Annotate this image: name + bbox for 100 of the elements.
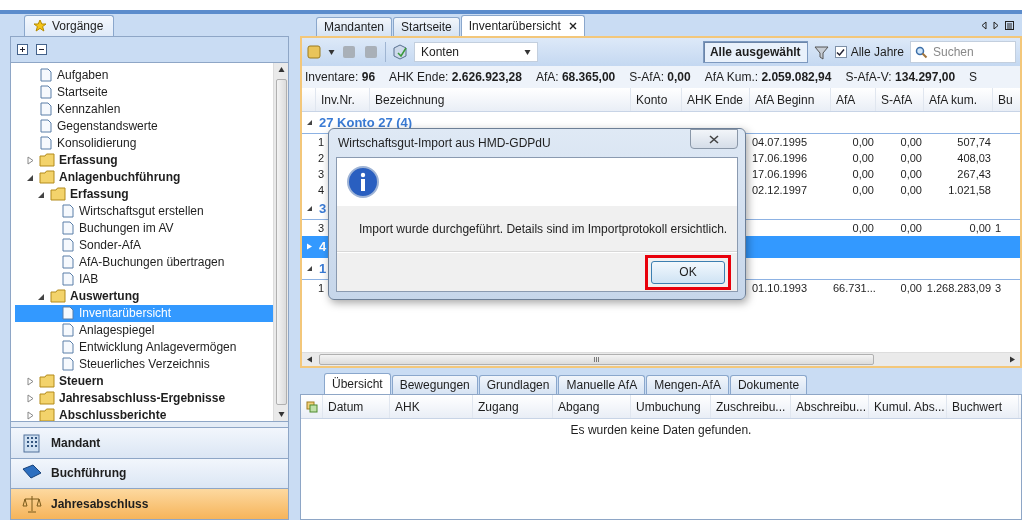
column-header[interactable]: Kumul. Abs... <box>869 395 947 418</box>
document-tab[interactable]: Startseite <box>393 17 460 36</box>
detail-tab[interactable]: Übersicht <box>324 373 391 394</box>
columns-icon[interactable] <box>306 400 318 413</box>
summary-item: AHK Ende: 2.626.923,28 <box>389 70 522 84</box>
close-icon[interactable] <box>568 22 577 30</box>
tree-item[interactable]: Anlagespiegel <box>15 321 273 339</box>
view-dropdown[interactable]: Konten <box>414 42 538 62</box>
expanded-icon[interactable] <box>306 205 313 212</box>
checkbox[interactable] <box>834 46 847 58</box>
tree-item[interactable]: Wirtschaftsgut erstellen <box>15 202 273 220</box>
filter-button[interactable]: Alle ausgewählt <box>702 41 808 63</box>
table-cell-text: 2 <box>317 151 326 166</box>
column-header[interactable]: Konto <box>631 88 682 111</box>
tree-item[interactable]: Erfassung <box>15 185 273 203</box>
folder-icon <box>39 391 55 406</box>
tree-item[interactable]: Erfassung <box>15 151 273 169</box>
checkbox-label: Alle Jahre <box>850 45 904 59</box>
tree-item[interactable]: Anlagenbuchführung <box>15 168 273 186</box>
summary-item: S-AfA-V: 134.297,00 <box>845 70 956 84</box>
dropdown-icon[interactable] <box>328 48 335 56</box>
detail-tab[interactable]: Dokumente <box>729 375 808 394</box>
document-tab[interactable]: Mandanten <box>316 17 393 36</box>
table-cell-text: 1 <box>994 221 1003 236</box>
column-header[interactable]: S-AfA <box>876 88 924 111</box>
nav-button[interactable]: Buchführung <box>11 457 288 489</box>
search-field[interactable]: Suchen <box>910 41 1016 63</box>
table-cell-text: 0,00 <box>851 183 875 198</box>
tree-item[interactable]: Kennzahlen <box>15 100 273 118</box>
detail-tab[interactable]: Bewegungen <box>391 375 478 394</box>
tree-item[interactable]: Abschlussberichte <box>15 406 273 421</box>
scroll-right-icon[interactable] <box>1009 356 1016 363</box>
table-cell-text: 0,00 <box>851 151 875 166</box>
column-header[interactable]: Buchwert <box>947 395 1019 418</box>
tree-item[interactable]: Sonder-AfA <box>15 236 273 254</box>
column-header[interactable]: Zugang <box>473 395 553 418</box>
dialog-message: Import wurde durchgeführt. Details sind im Importprotokoll ersichtlich. <box>337 206 737 252</box>
tree-item[interactable]: Entwicklung Anlagevermögen <box>15 338 273 356</box>
document-tab[interactable]: Inventarübersicht <box>460 15 585 36</box>
sidebar-tab[interactable]: Vorgänge <box>24 15 115 36</box>
column-header[interactable]: Abgang <box>553 395 631 418</box>
column-header[interactable]: Bu <box>993 88 1020 111</box>
tree-item[interactable]: IAB <box>15 270 273 288</box>
scroll-down-icon[interactable] <box>277 410 285 418</box>
tree-item[interactable]: Buchungen im AV <box>15 219 273 237</box>
document-icon <box>61 204 75 219</box>
tree-item[interactable]: Steuerliches Verzeichnis <box>15 355 273 373</box>
column-header[interactable]: AHK Ende <box>682 88 750 111</box>
column-header[interactable]: Inv.Nr. <box>316 88 370 111</box>
detail-tab[interactable]: Grundlagen <box>478 375 558 394</box>
nav-button[interactable]: Jahresabschluss <box>11 488 288 519</box>
ok-button[interactable]: OK <box>651 260 725 284</box>
table-cell-text: 0,00 <box>899 281 923 296</box>
column-header[interactable]: Bezeichnung <box>370 88 631 111</box>
document-icon <box>61 255 75 270</box>
dialog-title: Wirtschaftsgut-Import aus HMD-GDPdU <box>338 136 551 150</box>
column-header[interactable]: AfA Beginn <box>750 88 831 111</box>
list-icon[interactable] <box>1005 21 1014 30</box>
column-header[interactable]: Datum <box>323 395 390 418</box>
document-icon <box>61 306 75 321</box>
collapsed-icon[interactable] <box>306 243 313 250</box>
table-cell-text: 0,00 <box>968 221 992 236</box>
expanded-icon[interactable] <box>306 119 313 126</box>
tree-item[interactable]: AfA-Buchungen übertragen <box>15 253 273 271</box>
tree-item[interactable]: Auswertung <box>15 287 273 305</box>
table-cell-text: 408,03 <box>956 151 992 166</box>
close-button[interactable] <box>690 129 738 149</box>
column-header[interactable]: Umbuchung <box>631 395 711 418</box>
folder-icon <box>39 374 55 389</box>
scrollbar[interactable] <box>273 62 288 421</box>
expanded-icon[interactable] <box>306 265 313 272</box>
nav-button[interactable]: Mandant <box>11 426 288 458</box>
collapsed-icon[interactable] <box>26 155 35 165</box>
tree-item[interactable]: Steuern <box>15 372 273 390</box>
scrollbar[interactable]: III <box>302 352 1020 366</box>
table-cell-text: 0,00 <box>851 167 875 182</box>
detail-tab[interactable]: Mengen-AfA <box>646 375 729 394</box>
document-icon <box>39 136 53 151</box>
collapse-all-icon[interactable] <box>36 43 47 55</box>
table-cell-text: 0,00 <box>851 221 875 236</box>
next-icon[interactable] <box>993 21 999 30</box>
expand-all-icon[interactable] <box>17 43 28 55</box>
scroll-left-icon[interactable] <box>306 356 313 363</box>
column-header[interactable]: Zuschreibu... <box>711 395 791 418</box>
scroll-up-icon[interactable] <box>277 65 285 73</box>
column-header[interactable]: AHK <box>390 395 473 418</box>
document-icon <box>61 323 75 338</box>
column-header[interactable]: AfA kum. <box>924 88 993 111</box>
tree-item[interactable]: Konsolidierung <box>15 134 273 152</box>
tree-item[interactable]: Startseite <box>15 83 273 101</box>
dropdown-icon[interactable] <box>524 48 531 56</box>
filter-icon[interactable] <box>813 44 829 60</box>
detail-tab[interactable]: Manuelle AfA <box>558 375 646 394</box>
previous-icon[interactable] <box>981 21 987 30</box>
tree-item[interactable]: Gegenstandswerte <box>15 117 273 135</box>
tree-item[interactable]: Aufgaben <box>15 66 273 84</box>
table-cell-text: 66.731... <box>832 281 876 296</box>
tree-item[interactable]: Jahresabschluss-Ergebnisse <box>15 389 273 407</box>
column-header[interactable]: Abschreibu... <box>791 395 869 418</box>
column-header[interactable]: AfA <box>831 88 876 111</box>
